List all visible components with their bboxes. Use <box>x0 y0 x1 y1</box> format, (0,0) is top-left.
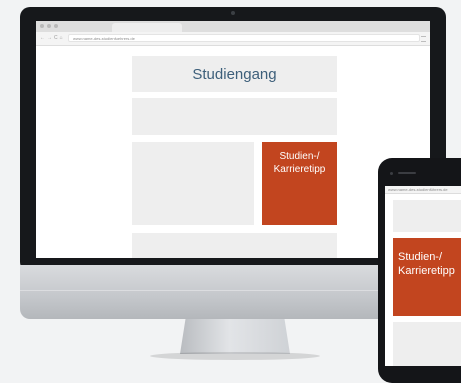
imac-stand <box>180 319 290 354</box>
browser-toolbar: ←→C⌂ www.name-des-studienfuehrers.de <box>36 32 430 46</box>
placeholder-block <box>393 200 461 232</box>
minimize-window-icon[interactable] <box>47 24 51 28</box>
placeholder-block <box>132 98 337 135</box>
page-title: Studiengang <box>192 65 277 83</box>
phone-screen: www.name-des-studienführers.de Studien-/… <box>385 186 461 366</box>
window-controls <box>40 24 58 28</box>
address-bar[interactable]: www.name-des-studienfuehrers.de <box>68 34 420 42</box>
front-camera-icon <box>390 172 393 175</box>
stand-shadow <box>150 352 320 360</box>
forward-arrow-icon[interactable]: → <box>47 35 54 41</box>
browser-nav-buttons: ←→C⌂ <box>40 35 65 41</box>
placeholder-block <box>132 142 254 225</box>
back-arrow-icon[interactable]: ← <box>40 35 47 41</box>
tip-label-line2: Karrieretipp <box>273 164 326 175</box>
placeholder-block <box>393 322 461 366</box>
title-block: Studiengang <box>132 56 337 92</box>
camera-icon <box>231 11 235 15</box>
placeholder-block <box>132 233 337 258</box>
browser-tab-bar <box>36 21 430 32</box>
tip-label-line1: Studien-/ <box>398 251 443 263</box>
tip-label-line1: Studien-/ <box>279 151 320 162</box>
phone-career-tip-block[interactable]: Studien-/ Karrieretipp <box>393 238 461 316</box>
page-content: Studiengang Studien-/ Karrieretipp <box>36 46 430 258</box>
desktop-browser-window: ←→C⌂ www.name-des-studienfuehrers.de Stu… <box>36 21 430 258</box>
home-icon[interactable]: ⌂ <box>60 35 65 41</box>
career-tip-block[interactable]: Studien-/ Karrieretipp <box>262 142 337 225</box>
phone-address-bar[interactable]: www.name-des-studienführers.de <box>385 186 461 194</box>
speaker-grille <box>398 172 416 174</box>
close-window-icon[interactable] <box>40 24 44 28</box>
menu-icon[interactable] <box>421 36 426 42</box>
tip-label-line2: Karrieretipp <box>398 265 455 277</box>
maximize-window-icon[interactable] <box>54 24 58 28</box>
browser-tab[interactable] <box>112 23 182 32</box>
